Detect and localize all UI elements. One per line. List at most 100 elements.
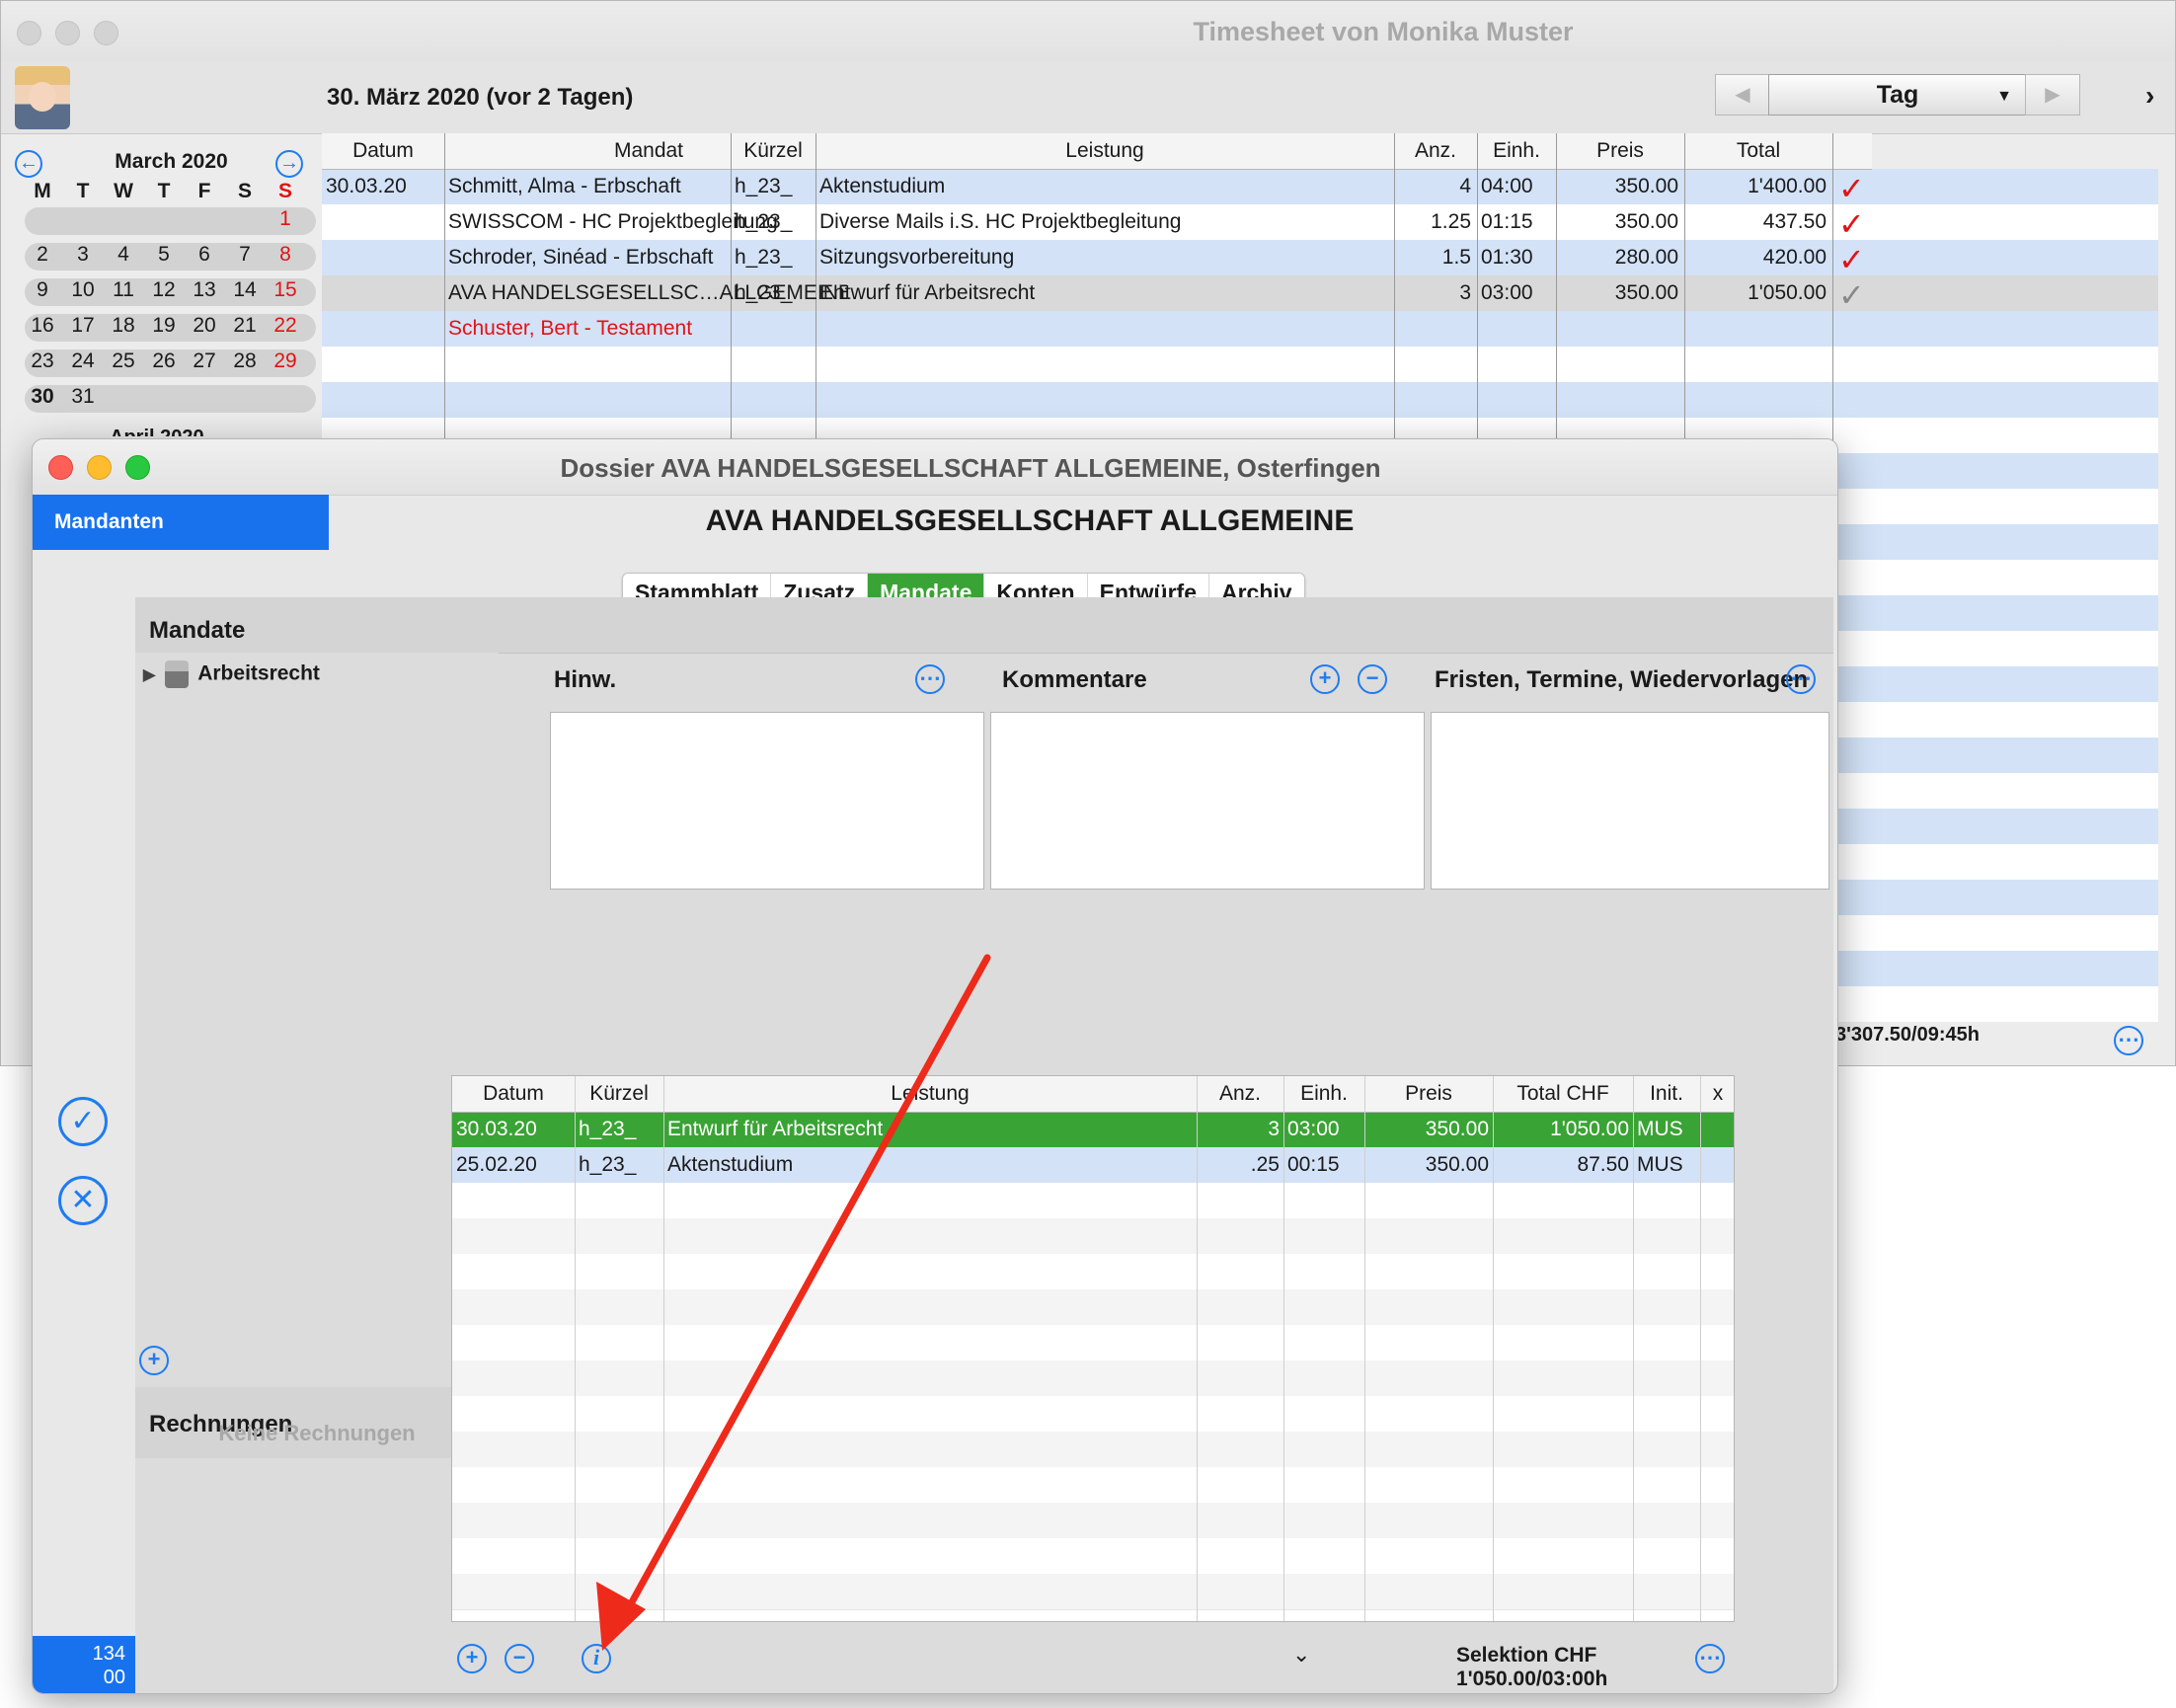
calendar-day[interactable]: 14 [227,278,263,302]
calendar-day[interactable]: 29 [268,349,303,373]
checkmark-icon[interactable]: ✓ [1838,279,1865,311]
calendar-day[interactable]: 24 [65,349,101,373]
calendar-day[interactable]: 17 [65,314,101,338]
checkmark-icon[interactable]: ✓ [1838,208,1865,240]
calendar-day[interactable]: 31 [65,385,101,409]
calendar-day[interactable]: 9 [25,278,60,302]
calendar-day[interactable]: 7 [227,243,263,267]
calendar-day[interactable]: 25 [106,349,141,373]
grid-header[interactable]: Datum [322,133,444,170]
view-selector[interactable]: Tag ▼ [1768,74,2027,116]
next-day-button[interactable]: ▶ [2025,74,2080,116]
calendar-day[interactable]: 18 [106,314,141,338]
mandate-item[interactable]: ▶ Arbeitsrecht [143,660,320,688]
next-month-icon[interactable]: → [275,150,303,178]
fristen-options-icon[interactable]: ⋯ [1786,664,1816,694]
zoom-button[interactable] [94,21,118,45]
calendar-day[interactable]: 8 [268,243,303,267]
entries-header[interactable]: Preis [1364,1076,1493,1113]
calendar-day[interactable]: 30 [25,385,60,409]
minimize-button[interactable] [55,21,80,45]
table-row[interactable]: Schroder, Sinéad - Erbschaft h_23_ Sitzung… [322,240,2158,275]
fristen-textarea[interactable] [1431,712,1829,890]
hinweise-textarea[interactable] [550,712,984,890]
grid-header[interactable]: Leistung [816,133,1394,170]
entries-header[interactable]: Total CHF [1493,1076,1633,1113]
dossier-title: Dossier AVA HANDELSGESELLSCHAFT ALLGEMEI… [560,453,1381,483]
calendar-day[interactable]: 13 [187,278,222,302]
calendar-day[interactable]: 19 [146,314,182,338]
add-mandate-icon[interactable]: + [139,1346,169,1375]
entries-header[interactable]: Datum [452,1076,575,1113]
entries-header[interactable]: Kürzel [575,1076,663,1113]
grid-header[interactable]: Preis [1556,133,1684,170]
weekday-label: S [237,180,252,202]
calendar-day[interactable]: 21 [227,314,263,338]
calendar-day[interactable]: 11 [106,278,141,302]
table-row[interactable]: AVA HANDELSGESELLSC…ALLGEMEINE - Arbeits… [322,275,2158,311]
close-button[interactable] [17,21,41,45]
grid-cell-anz: 3 [1459,281,1471,304]
mandanten-button[interactable]: Mandanten [33,495,329,550]
grid-header[interactable]: Total [1684,133,1832,170]
kommentare-textarea[interactable] [990,712,1425,890]
remove-entry-icon[interactable]: − [505,1644,534,1673]
calendar-day[interactable]: 5 [146,243,182,267]
entries-header[interactable]: x [1700,1076,1734,1113]
calendar-day[interactable]: 27 [187,349,222,373]
calendar-day[interactable]: 3 [65,243,101,267]
grid-header[interactable]: Einh. [1477,133,1556,170]
grid-header[interactable]: Anz. [1394,133,1477,170]
grid-header[interactable]: Kürzel [731,133,816,170]
calendar-day[interactable]: 4 [106,243,141,267]
zoom-button[interactable] [125,455,150,480]
entries-header[interactable]: Einh. [1283,1076,1364,1113]
more-options-icon[interactable]: ⋯ [2114,1026,2143,1055]
calendar-day[interactable]: 10 [65,278,101,302]
calendar-day[interactable]: 1 [268,207,303,231]
calendar-day[interactable]: 23 [25,349,60,373]
table-row[interactable]: Schuster, Bert - Testament [322,311,2158,347]
entries-row-bg [452,1467,1734,1504]
disclosure-triangle-icon[interactable]: ▶ [143,667,155,684]
calendar-day[interactable]: 15 [268,278,303,302]
close-button[interactable] [48,455,73,480]
hinweise-options-icon[interactable]: ⋯ [915,664,945,694]
info-icon[interactable]: i [582,1644,611,1673]
remove-comment-icon[interactable]: − [1358,664,1387,694]
selection-options-icon[interactable]: ⋯ [1695,1644,1725,1673]
entries-header[interactable]: Init. [1633,1076,1700,1113]
timesheet-titlebar: Timesheet von Monika Muster [1,1,2175,63]
prev-day-button[interactable]: ◀ [1715,74,1770,116]
hinweise-label: Hinw. [554,666,617,693]
calendar-day[interactable]: 12 [146,278,182,302]
grid-cell-total: 437.50 [1762,210,1826,233]
checkmark-icon[interactable]: ✓ [1838,173,1865,204]
table-row[interactable]: SWISSCOM - HC Projektbegleitung h_23_ Dive… [322,204,2158,240]
grid-cell-datum: 30.03.20 [326,175,407,197]
add-entry-icon[interactable]: + [457,1644,487,1673]
table-row[interactable]: 30.03.20 Schmitt, Alma - Erbschaft h_23_ Ak… [322,169,2158,204]
calendar-day[interactable]: 16 [25,314,60,338]
checkmark-icon[interactable]: ✓ [1838,244,1865,275]
calendar-day[interactable]: 22 [268,314,303,338]
calendar-day[interactable]: 20 [187,314,222,338]
table-row[interactable]: 30.03.20 h_23_ Entwurf für Arbeitsrecht 3 03… [452,1112,1734,1147]
entries-cell-anz: .25 [1250,1153,1280,1176]
window-title: Timesheet von Monika Muster [1193,17,1574,46]
minimize-button[interactable] [87,455,112,480]
chevron-down-icon[interactable]: ⌄ [1292,1642,1310,1668]
prev-month-icon[interactable]: ← [15,150,42,178]
entries-header[interactable]: Anz. [1197,1076,1283,1113]
calendar-day[interactable]: 26 [146,349,182,373]
grid-cell-preis: 350.00 [1614,175,1678,197]
table-row[interactable]: 25.02.20 h_23_ Aktenstudium .25 00:15 350.00 8… [452,1147,1734,1183]
chevron-right-icon[interactable]: › [2145,80,2154,112]
calendar-day[interactable]: 6 [187,243,222,267]
entries-header[interactable]: Leistung [663,1076,1197,1113]
calendar-day[interactable]: 2 [25,243,60,267]
calendar-day[interactable]: 28 [227,349,263,373]
add-comment-icon[interactable]: + [1310,664,1340,694]
checkmark-icon[interactable]: ✓ [58,1097,108,1146]
cancel-icon[interactable]: ✕ [58,1176,108,1225]
